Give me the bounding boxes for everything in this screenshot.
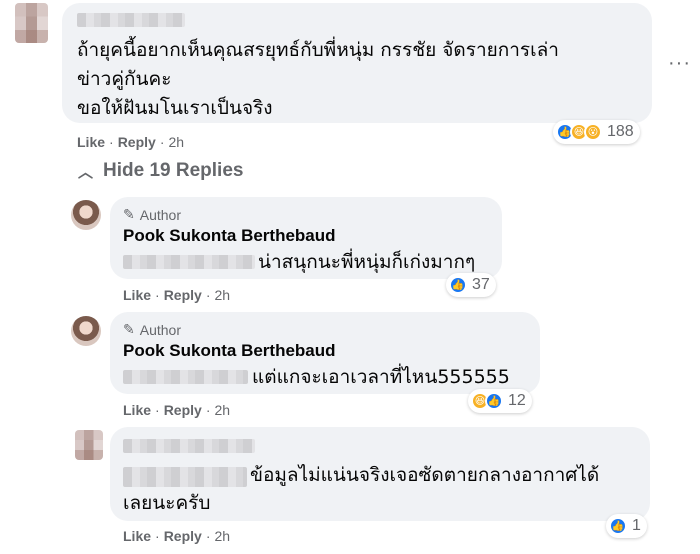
commenter-name-blurred[interactable] [123, 439, 255, 453]
main-comment-line: ข่าวคู่กันคะ [77, 68, 172, 90]
timestamp[interactable]: 2h [214, 402, 230, 418]
reply-bubble: ข้อมูลไม่แน่นจริงเจอซัดตายกลางอากาศได้ เ… [110, 427, 650, 521]
reply-text-line: ข้อมูลไม่แน่นจริงเจอซัดตายกลางอากาศได้ [250, 464, 600, 486]
reply-bubble: ✎ Author Pook Sukonta Berthebaud น่าสนุก… [110, 197, 502, 279]
main-comment-line: ขอให้ฝันมโนเราเป็นจริง [77, 97, 273, 119]
author-badge-label: Author [139, 321, 181, 338]
timestamp[interactable]: 2h [214, 287, 230, 303]
like-link[interactable]: Like [123, 528, 151, 544]
reply-text-line: เลยนะครับ [123, 492, 211, 514]
reply-link[interactable]: Reply [164, 528, 202, 544]
author-badge: ✎ Author [123, 206, 181, 223]
commenter-avatar[interactable] [75, 430, 103, 460]
timestamp[interactable]: 2h [168, 134, 184, 150]
reaction-count: 37 [472, 276, 490, 293]
reaction-summary[interactable]: 👍 1 [606, 514, 647, 538]
reply-actions: Like · Reply · 2h [123, 402, 231, 418]
main-comment-bubble: ถ้ายุคนี้อยากเห็นคุณสรยุทธ์กับพี่หนุ่ม ก… [62, 3, 652, 123]
reaction-count: 1 [632, 517, 641, 534]
like-icon: 👍 [449, 276, 467, 294]
commenter-name-blurred[interactable] [77, 13, 185, 27]
tagged-name-blurred[interactable] [123, 370, 248, 384]
reply-bubble: ✎ Author Pook Sukonta Berthebaud แต่แกจะ… [110, 312, 540, 394]
like-icon: 👍 [609, 517, 627, 535]
reply-text: แต่แกจะเอาเวลาที่ไหน555555 [252, 366, 510, 388]
wow-icon: 😮 [584, 123, 602, 141]
reply-actions: Like · Reply · 2h [123, 528, 231, 544]
reaction-count: 188 [607, 123, 634, 140]
like-link[interactable]: Like [77, 134, 105, 150]
hide-replies-button[interactable]: ︿ Hide 19 Replies [78, 160, 243, 182]
reply-link[interactable]: Reply [118, 134, 156, 150]
tagged-name-blurred[interactable] [123, 255, 255, 269]
more-options-icon[interactable]: ··· [668, 52, 691, 75]
pencil-icon: ✎ [123, 321, 135, 337]
commenter-avatar[interactable] [15, 3, 48, 43]
author-avatar[interactable] [71, 200, 101, 230]
reply-text: น่าสนุกนะพี่หนุ่มก็เก่งมากๆ [258, 251, 476, 273]
reaction-summary[interactable]: 😆 👍 12 [468, 389, 532, 413]
pencil-icon: ✎ [123, 206, 135, 222]
reaction-count: 12 [508, 392, 526, 409]
hide-replies-label: Hide 19 Replies [103, 160, 244, 181]
reply-actions: Like · Reply · 2h [123, 287, 231, 303]
author-badge-label: Author [139, 206, 181, 223]
like-link[interactable]: Like [123, 287, 151, 303]
like-link[interactable]: Like [123, 402, 151, 418]
chevron-up-icon: ︿ [78, 163, 94, 181]
timestamp[interactable]: 2h [214, 528, 230, 544]
reply-author-name[interactable]: Pook Sukonta Berthebaud [123, 226, 336, 246]
reply-link[interactable]: Reply [164, 402, 202, 418]
tagged-name-blurred[interactable] [123, 467, 247, 487]
main-comment-line: ถ้ายุคนี้อยากเห็นคุณสรยุทธ์กับพี่หนุ่ม ก… [77, 39, 559, 61]
main-comment-actions: Like · Reply · 2h [77, 134, 185, 150]
like-icon: 👍 [485, 392, 503, 410]
reply-author-name[interactable]: Pook Sukonta Berthebaud [123, 341, 336, 361]
author-avatar[interactable] [71, 316, 101, 346]
author-badge: ✎ Author [123, 321, 181, 338]
reaction-summary[interactable]: 👍 37 [446, 273, 496, 297]
reaction-summary[interactable]: 👍 😆 😮 188 [553, 120, 640, 144]
main-comment-text: ถ้ายุคนี้อยากเห็นคุณสรยุทธ์กับพี่หนุ่ม ก… [77, 36, 647, 123]
reply-link[interactable]: Reply [164, 287, 202, 303]
